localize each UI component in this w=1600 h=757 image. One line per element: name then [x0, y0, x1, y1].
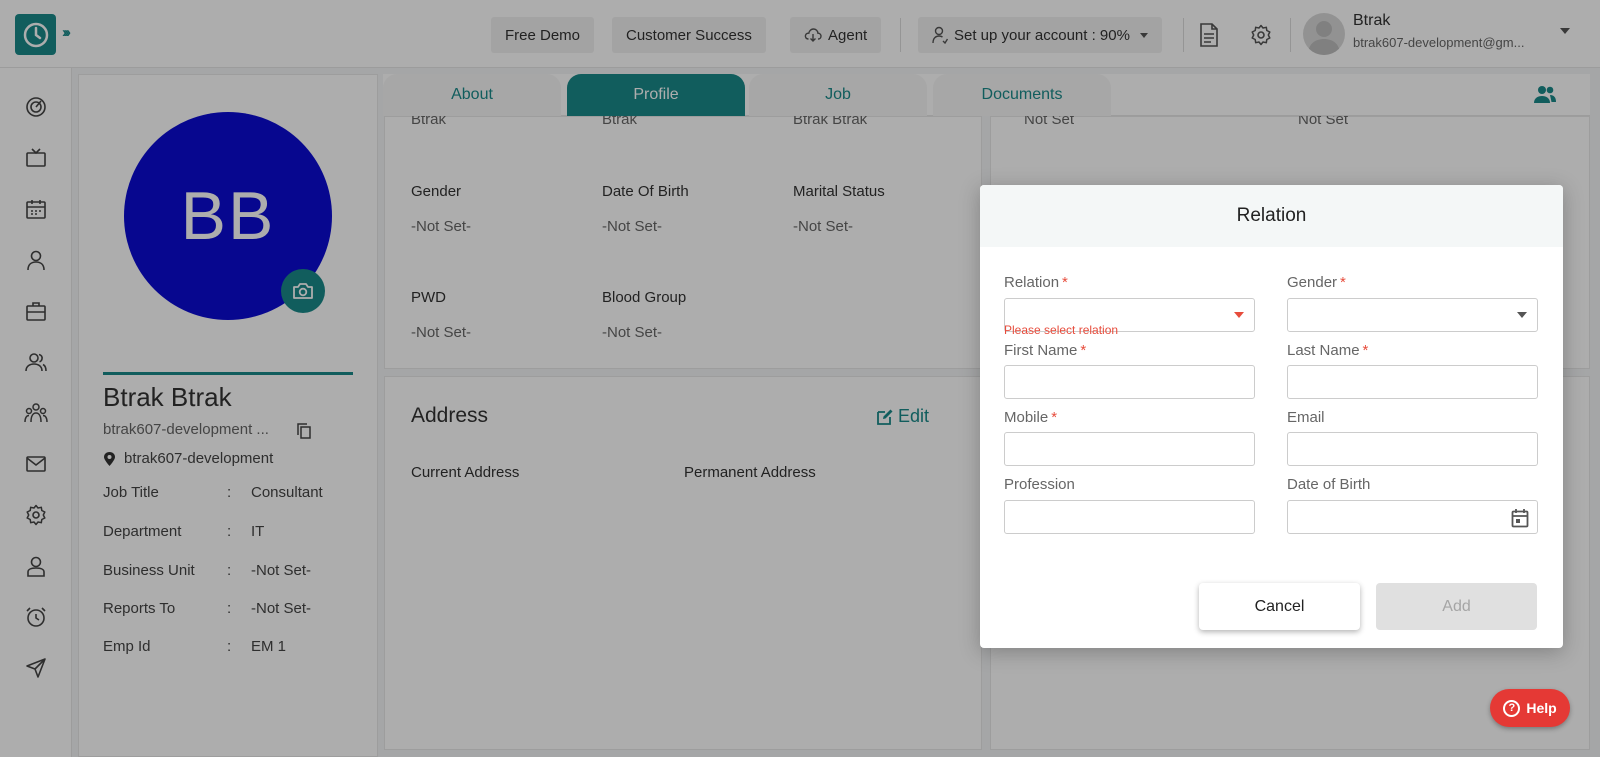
cancel-button[interactable]: Cancel — [1199, 583, 1360, 630]
gender-select[interactable] — [1287, 298, 1538, 332]
dob-label: Date of Birth — [1287, 476, 1371, 493]
gender-label: Gender * — [1287, 274, 1346, 291]
profession-input[interactable] — [1004, 500, 1255, 534]
first-name-label: First Name * — [1004, 342, 1086, 359]
profession-label: Profession — [1004, 476, 1075, 493]
dob-input[interactable] — [1287, 500, 1538, 534]
last-name-label: Last Name * — [1287, 342, 1368, 359]
relation-label: Relation * — [1004, 274, 1068, 291]
mobile-input[interactable] — [1004, 432, 1255, 466]
relation-error-message: Please select relation — [1004, 323, 1119, 337]
relation-modal: Relation Relation * Please select relatio… — [980, 185, 1563, 648]
email-input[interactable] — [1287, 432, 1538, 466]
mobile-label: Mobile * — [1004, 409, 1057, 426]
email-label: Email — [1287, 409, 1325, 426]
chevron-down-icon — [1234, 312, 1244, 318]
required-mark: * — [1340, 274, 1346, 291]
last-name-input[interactable] — [1287, 365, 1538, 399]
help-question-icon: ? — [1503, 699, 1521, 717]
calendar-icon[interactable] — [1511, 508, 1529, 528]
relation-label-text: Relation — [1004, 274, 1060, 291]
required-mark: * — [1080, 342, 1087, 359]
help-label: Help — [1526, 700, 1557, 716]
add-button[interactable]: Add — [1376, 583, 1537, 630]
required-mark: * — [1051, 409, 1058, 426]
mobile-label-text: Mobile — [1004, 409, 1049, 426]
modal-title: Relation — [980, 185, 1563, 247]
required-mark: * — [1362, 342, 1369, 359]
gender-label-text: Gender — [1287, 274, 1338, 291]
help-button[interactable]: ? Help — [1490, 689, 1570, 727]
last-name-label-text: Last Name — [1287, 342, 1360, 359]
first-name-label-text: First Name — [1004, 342, 1078, 359]
chevron-down-icon — [1517, 312, 1527, 318]
required-mark: * — [1062, 274, 1068, 291]
first-name-input[interactable] — [1004, 365, 1255, 399]
